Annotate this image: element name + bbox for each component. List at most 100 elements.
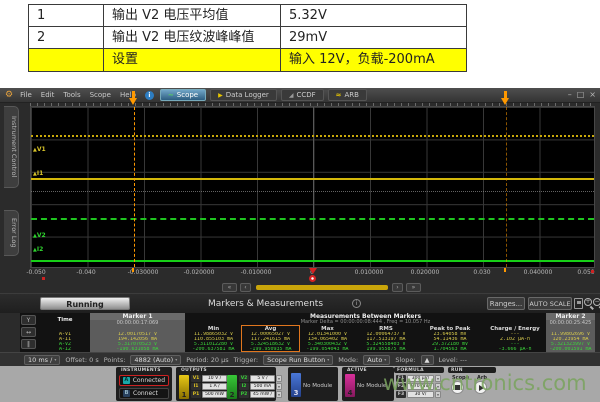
chevron-down-icon[interactable]: ▾ xyxy=(276,375,282,382)
close-button[interactable]: × xyxy=(589,90,596,99)
ranges-button[interactable]: Ranges... xyxy=(487,297,525,310)
autoscale-button[interactable]: AUTO SCALE xyxy=(528,297,572,310)
tab-label: ARB xyxy=(345,91,359,99)
time-column-header: Time xyxy=(40,317,90,324)
trace-v1 xyxy=(31,135,594,137)
scrollbar-thumb[interactable] xyxy=(256,285,388,290)
sidebar-tab-instrument-control[interactable]: Instrument Control xyxy=(4,106,19,188)
instrument-a-button[interactable]: A Connected xyxy=(119,375,169,386)
menu-file[interactable]: File xyxy=(20,91,32,99)
gear-icon[interactable]: ⚙ xyxy=(5,90,13,100)
tab-ccdf[interactable]: ◢ CCDF xyxy=(281,89,324,101)
pan-right-button[interactable]: › xyxy=(392,283,403,292)
marker-delta-label: Marker Delta = 00:00:00:08:444 , Freq = … xyxy=(185,319,546,325)
slope-toggle[interactable]: ▲ xyxy=(421,355,434,365)
module4-status: No Module xyxy=(357,383,386,389)
timebase-value: 10 ms / xyxy=(28,356,52,364)
points-dropdown[interactable]: 4882 (Auto) ▾ xyxy=(130,355,181,365)
outputs-header: OUTPUTS xyxy=(181,368,207,373)
trace-i1 xyxy=(31,178,594,180)
tab-arb[interactable]: ≈ ARB xyxy=(328,89,367,101)
trigger-dropdown[interactable]: Scope Run Button ▾ xyxy=(263,355,333,365)
zoom-in-icon[interactable]: + xyxy=(584,298,592,306)
zoom-out-icon[interactable]: − xyxy=(593,298,600,306)
minimize-button[interactable]: – xyxy=(568,90,572,99)
tab-data-logger[interactable]: ▶ Data Logger xyxy=(210,89,277,101)
trigger-pin-icon[interactable] xyxy=(309,275,316,282)
collapse-info-icon[interactable]: i xyxy=(352,299,361,308)
marker2-arrow-icon[interactable] xyxy=(501,98,509,105)
trigger-marker-icon[interactable] xyxy=(309,268,317,274)
marker-tool-icon[interactable]: ↔ xyxy=(21,327,36,337)
ccdf-curve-icon: ◢ xyxy=(289,92,294,99)
row-value: 5.32V xyxy=(281,5,466,26)
chevron-down-icon: ▾ xyxy=(384,356,386,364)
offset-label: Offset: 0 s xyxy=(65,356,98,364)
row-value: 输入 12V，负载-200mA xyxy=(281,49,466,71)
menu-tools[interactable]: Tools xyxy=(63,91,80,99)
menu-scope[interactable]: Scope xyxy=(90,91,111,99)
chevron-down-icon[interactable]: ▾ xyxy=(276,391,282,398)
trace-formula xyxy=(31,191,594,192)
tab-label: CCDF xyxy=(296,91,315,99)
report-table: 1 输出 V2 电压平均值 5.32V 2 输出 V2 电压纹波峰峰值 29mV… xyxy=(28,4,467,72)
x-tick-label: 0.020000 xyxy=(403,269,447,276)
mode-dropdown[interactable]: Auto ▾ xyxy=(363,355,390,365)
watermark: www.cntronics.com xyxy=(383,371,587,395)
timebase-dropdown[interactable]: 10 ms / ▾ xyxy=(24,355,60,365)
avg-column-highlight xyxy=(241,325,300,352)
left-limit-marker xyxy=(42,277,45,280)
instrument-a-state: Connected xyxy=(133,377,165,384)
chevron-down-icon[interactable]: ▾ xyxy=(276,383,282,390)
x-tick-label: -0.030000 xyxy=(121,269,165,276)
table-row: 1 输出 V2 电压平均值 5.32V xyxy=(29,5,466,27)
waveform-plot[interactable]: ▲V1 ▲I1 ▲V2 ▲I2 xyxy=(30,106,595,268)
marker1-arrow-icon[interactable] xyxy=(129,98,137,105)
window-controls: – □ × xyxy=(568,90,596,99)
x-tick-label: 0.040000 xyxy=(516,269,560,276)
screenshot-canvas: 1 输出 V2 电压平均值 5.32V 2 输出 V2 电压纹波峰峰值 29mV… xyxy=(0,0,600,402)
cursor-tool-icon[interactable]: Y xyxy=(21,315,36,325)
tab-label: Scope xyxy=(177,91,198,99)
x-tick-label: 0.030 xyxy=(460,269,504,276)
marker2-line[interactable] xyxy=(506,107,507,267)
p1-range-dropdown[interactable]: 500 mW xyxy=(202,391,227,398)
row-item: 输出 V2 电压平均值 xyxy=(104,5,281,26)
menu-edit[interactable]: Edit xyxy=(41,91,55,99)
pause-tool-icon[interactable]: ‖ xyxy=(21,339,36,349)
instrument-b-button[interactable]: B Connect xyxy=(119,388,169,399)
i2-chip: I2 xyxy=(239,383,249,390)
channel-name: V2 xyxy=(37,232,46,239)
trace-i2 xyxy=(31,260,594,262)
export-icon[interactable] xyxy=(574,298,583,309)
pan-far-left-button[interactable]: « xyxy=(222,283,237,292)
table-row: 2 输出 V2 电压纹波峰峰值 29mV xyxy=(29,27,466,49)
tab-scope[interactable]: ~ Scope xyxy=(160,89,206,101)
waveform-icon: ≈ xyxy=(336,91,342,99)
channel-name: V1 xyxy=(37,146,46,153)
maximize-button[interactable]: □ xyxy=(577,90,585,99)
info-icon[interactable]: i xyxy=(145,91,154,100)
status-bar: Running Markers & Measurements i Ranges.… xyxy=(0,293,600,313)
instrument-a-icon: A xyxy=(123,377,130,384)
module2-bar: 2 xyxy=(227,375,237,399)
v1-range-dropdown[interactable]: 10 V / xyxy=(202,375,227,382)
row-number xyxy=(29,49,104,71)
row-item: 输出 V2 电压纹波峰峰值 xyxy=(104,27,281,48)
p2-range-dropdown[interactable]: 45 mW / xyxy=(250,391,275,398)
sidebar-tab-error-log[interactable]: Error Log xyxy=(4,210,19,256)
level-label: Level: --- xyxy=(439,356,467,364)
pan-far-right-button[interactable]: » xyxy=(406,283,421,292)
trigger-label: Trigger: xyxy=(234,356,259,364)
output-row-i2: I2 500 mA ▾ xyxy=(239,383,282,390)
period-label: Period: 20 µs xyxy=(186,356,228,364)
i2-range-dropdown[interactable]: 500 mA xyxy=(250,383,275,390)
tab-label: Data Logger xyxy=(226,91,269,99)
running-button[interactable]: Running xyxy=(40,297,130,310)
v2-range-dropdown[interactable]: 5 V / xyxy=(250,375,275,382)
mode-value: Auto xyxy=(367,356,382,364)
marker1-line[interactable] xyxy=(134,107,135,267)
i1-range-dropdown[interactable]: 1 A / xyxy=(202,383,227,390)
title-bar: ⚙ File Edit Tools Scope Help i ~ Scope ▶… xyxy=(0,88,600,103)
pan-left-button[interactable]: ‹ xyxy=(240,283,251,292)
